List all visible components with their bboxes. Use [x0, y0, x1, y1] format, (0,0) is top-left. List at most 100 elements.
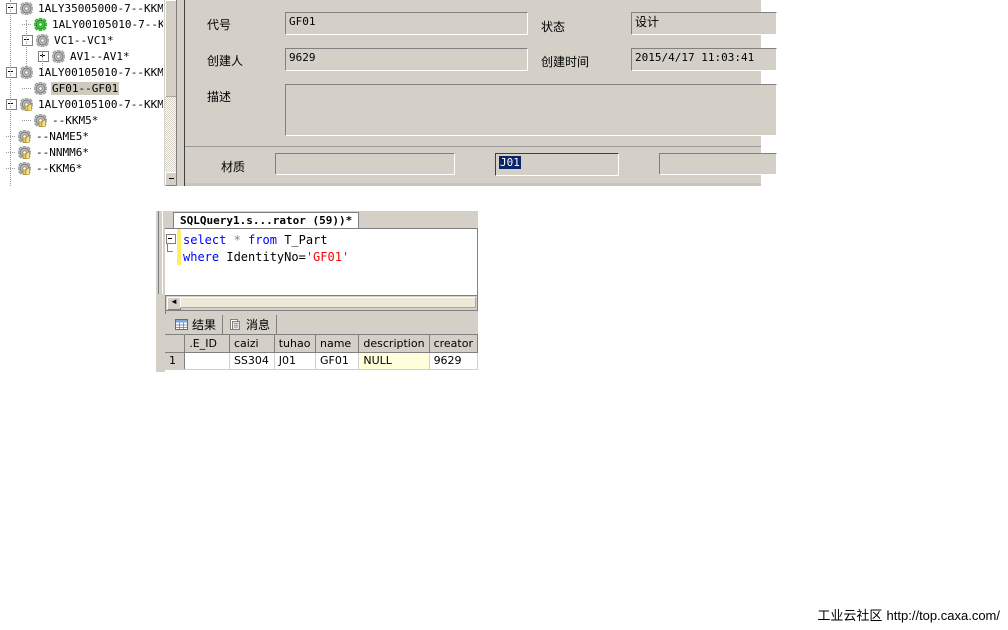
gear-gray-icon — [36, 33, 49, 47]
sql-text-editor[interactable]: select * from T_Partwhere IdentityNo='GF… — [165, 228, 478, 296]
cell-tuhao[interactable]: J01 — [274, 352, 316, 370]
tree-item--name5-[interactable]: --NAME5* — [0, 128, 163, 144]
tree-item-label: 1ALY00105010-7--K — [52, 17, 163, 31]
tab-results[interactable]: 结果 — [169, 315, 224, 334]
material-label: 材质 — [221, 160, 246, 174]
create-time-label: 创建时间 — [541, 55, 590, 69]
watermark-cn-text: 工业云社区 — [817, 609, 883, 624]
tree-item--kkm6-[interactable]: --KKM6* — [0, 160, 163, 176]
gear-gray-icon — [20, 1, 33, 15]
hscroll-track[interactable] — [180, 297, 476, 308]
sql-rail-inner — [158, 211, 163, 294]
create-time-field[interactable]: 2015/4/17 11:03:41 — [631, 48, 777, 71]
tree-item-1aly00105100-7-kkm4[interactable]: 1ALY00105100-7--KKM4 — [0, 96, 163, 112]
part-structure-tree[interactable]: 1ALY35005000-7--KKM2 1ALY00105010-7--K V… — [0, 0, 163, 186]
tree-item-vc1-vc1-[interactable]: VC1--VC1* — [0, 32, 163, 48]
column-header-creator[interactable]: creator — [429, 335, 478, 353]
results-table: .E_ID caizi tuhao name description creator 1 S… — [165, 335, 478, 370]
form-top-strip — [185, 0, 761, 8]
tree-vertical-scrollbar[interactable] — [163, 0, 178, 186]
message-icon — [229, 318, 242, 331]
gear-green-icon — [34, 17, 47, 31]
sql-line-2: where IdentityNo='GF01' — [183, 250, 350, 264]
tree-item-label: 1ALY35005000-7--KKM2 — [38, 1, 163, 15]
sql-line-1: select * from T_Part — [183, 233, 328, 247]
sql-change-bar — [177, 229, 181, 265]
creator-label: 创建人 — [207, 54, 244, 68]
screenshot-root: 1ALY35005000-7--KKM2 1ALY00105010-7--K V… — [0, 0, 1008, 630]
tree-item-gf01-gf01[interactable]: GF01--GF01 — [0, 80, 163, 96]
tree-item-label: 1ALY00105100-7--KKM4 — [38, 97, 163, 111]
collapse-icon[interactable] — [22, 34, 33, 46]
expand-icon[interactable] — [38, 50, 49, 62]
description-label: 描述 — [207, 90, 232, 104]
tree-item--kkm5-[interactable]: --KKM5* — [0, 112, 163, 128]
gear-badge-icon — [34, 113, 47, 127]
tab-results-label: 结果 — [192, 318, 217, 332]
form-bottom-bar — [185, 183, 761, 186]
tab-sqlquery1[interactable]: SQLQuery1.s...rator (59))* — [173, 212, 360, 228]
sql-horizontal-scrollbar[interactable] — [165, 296, 478, 311]
code-field[interactable]: GF01 — [285, 12, 528, 35]
tree-item--nnmm6-[interactable]: --NNMM6* — [0, 144, 163, 160]
status-field[interactable]: 设计 — [631, 12, 777, 35]
gear-badge-icon — [18, 145, 31, 159]
tree-connector — [22, 84, 31, 93]
scroll-left-button[interactable] — [167, 296, 181, 310]
tree-item-1aly35005000-7-kkm2[interactable]: 1ALY35005000-7--KKM2 — [0, 0, 163, 16]
tree-item-label: --KKM6* — [36, 161, 83, 175]
status-label: 状态 — [541, 20, 566, 34]
material-field-3[interactable] — [659, 153, 777, 175]
cell-creator[interactable]: 9629 — [429, 352, 478, 370]
results-body: 1 SS304 J01 GF01 NULL 9629 — [165, 352, 478, 370]
tab-messages[interactable]: 消息 — [223, 315, 278, 334]
results-header-row: .E_ID caizi tuhao name description creator — [165, 335, 478, 353]
sql-query-window: SQLQuery1.s...rator (59))* select * from… — [156, 211, 478, 373]
tree-item-label: AV1--AV1* — [70, 49, 130, 63]
sql-tab-strip: SQLQuery1.s...rator (59))* — [165, 211, 478, 228]
material-field-1[interactable] — [275, 153, 455, 175]
tree-connector — [22, 116, 31, 125]
material-field-2-selected-text: J01 — [499, 156, 521, 169]
column-header-tuhao[interactable]: tuhao — [274, 335, 316, 353]
tree-item-label: 1ALY00105010-7--KKM3 — [38, 65, 163, 79]
tree-guide-line — [26, 20, 27, 70]
gear-gray-icon — [34, 81, 47, 95]
tree-item-1aly00105010-7-kkm3[interactable]: 1ALY00105010-7--KKM3 — [0, 64, 163, 80]
code-fold-tail — [167, 243, 173, 252]
tree-item-label: --NNMM6* — [36, 145, 89, 159]
table-row[interactable]: 1 SS304 J01 GF01 NULL 9629 — [165, 352, 478, 370]
tree-item-av1-av1-[interactable]: AV1--AV1* — [0, 48, 163, 64]
column-header-name[interactable]: name — [315, 335, 360, 353]
code-label: 代号 — [207, 18, 232, 32]
watermark-url: http://top.caxa.com/ — [886, 608, 1000, 623]
cell-caizi[interactable]: SS304 — [229, 352, 275, 370]
tab-messages-label: 消息 — [246, 318, 271, 332]
cell-description[interactable]: NULL — [358, 352, 430, 370]
tree-item-label: VC1--VC1* — [54, 33, 114, 47]
cell-name[interactable]: GF01 — [315, 352, 360, 370]
gear-badge-icon — [20, 97, 33, 111]
creator-field[interactable]: 9629 — [285, 48, 528, 71]
cell-.E_ID[interactable] — [184, 352, 230, 370]
description-field[interactable] — [285, 84, 777, 136]
tree-guide-line — [10, 0, 11, 186]
column-header-caizi[interactable]: caizi — [229, 335, 275, 353]
column-header-.E_ID[interactable]: .E_ID — [184, 335, 230, 353]
collapse-icon[interactable] — [6, 98, 17, 110]
material-field-2[interactable]: J01 — [495, 153, 619, 176]
watermark: 工业云社区 http://top.caxa.com/ — [817, 605, 1000, 624]
column-header-description[interactable]: description — [358, 335, 430, 353]
row-number[interactable]: 1 — [165, 352, 186, 370]
gear-badge-icon — [18, 161, 31, 175]
results-tab-strip: 结果 消息 — [165, 314, 478, 334]
tree-item-1aly00105010-7-k[interactable]: 1ALY00105010-7--K — [0, 16, 163, 32]
form-separator — [185, 146, 761, 147]
collapse-icon[interactable] — [6, 2, 17, 14]
part-properties-form: 代号 GF01 状态 设计 创建人 9629 创建时间 2015/4/17 11… — [184, 0, 777, 186]
gear-badge-icon — [18, 129, 31, 143]
grid-corner-header[interactable] — [165, 335, 186, 353]
results-grid[interactable]: .E_ID caizi tuhao name description creator 1 S… — [165, 334, 478, 373]
collapse-icon[interactable] — [6, 66, 17, 78]
tree-item-label: GF01--GF01 — [51, 81, 120, 95]
